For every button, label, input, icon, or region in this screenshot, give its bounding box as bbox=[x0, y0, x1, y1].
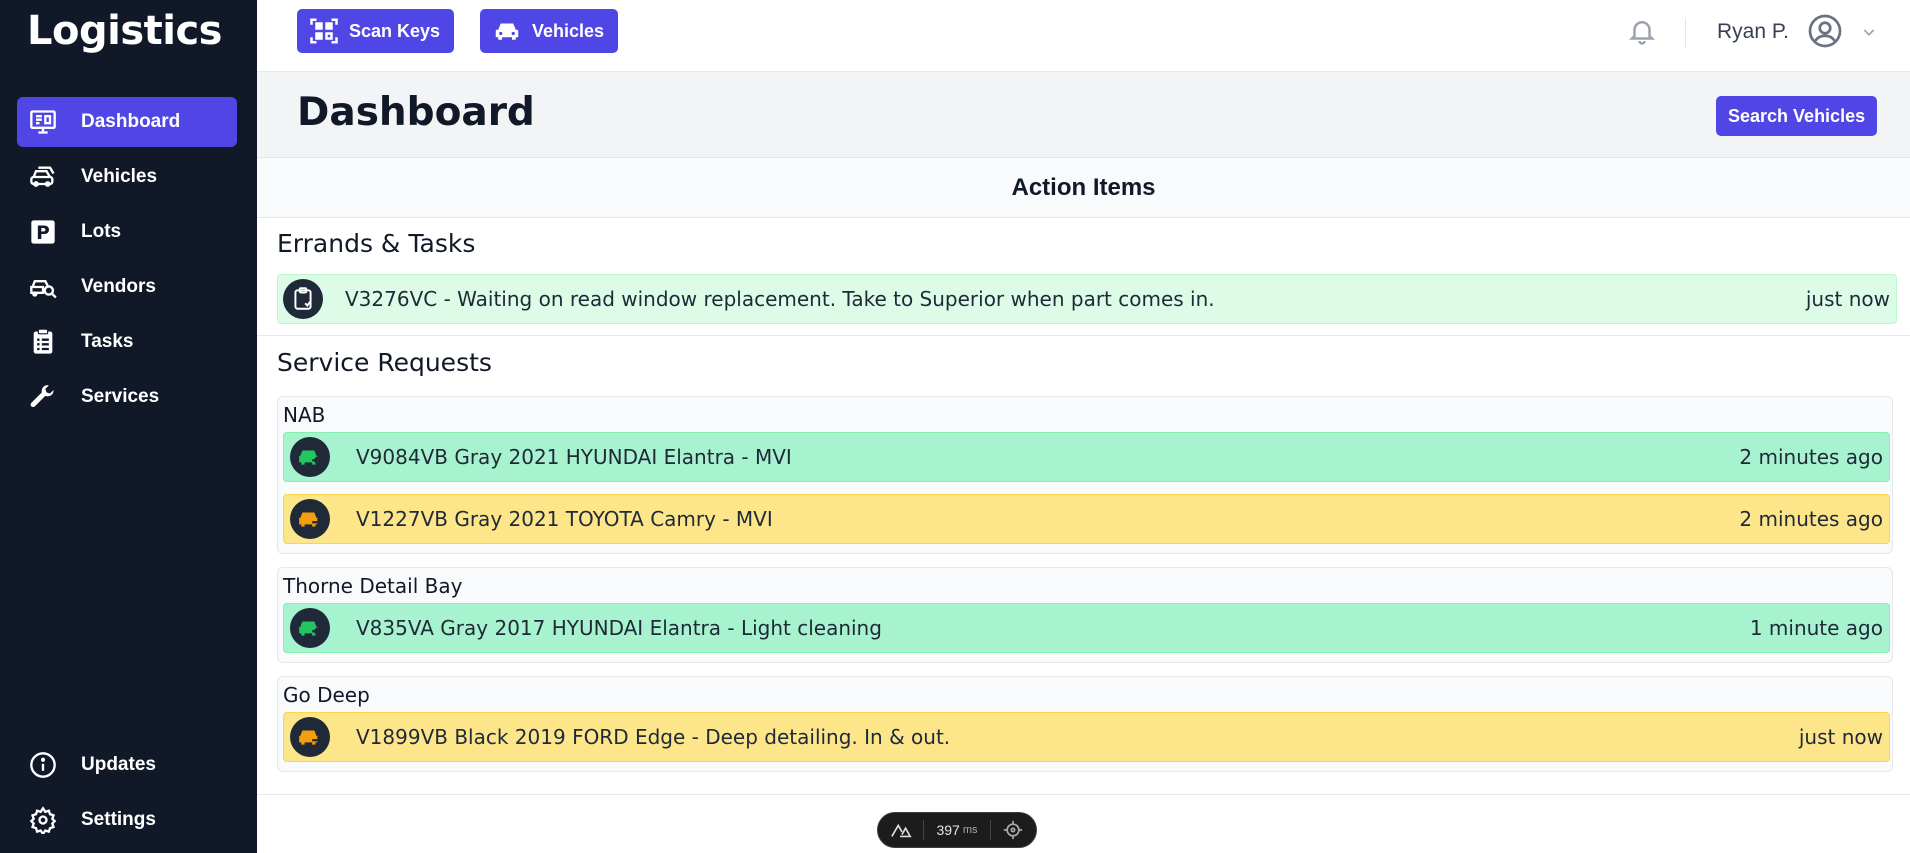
info-icon bbox=[29, 751, 57, 779]
car-outbound-icon bbox=[290, 499, 330, 539]
sidebar-item-label: Lots bbox=[81, 221, 122, 242]
topbar: Scan Keys Vehicles Ryan P. bbox=[257, 0, 1910, 72]
gear-icon bbox=[29, 806, 57, 834]
service-row-time: 1 minute ago bbox=[1749, 616, 1883, 640]
action-items-title: Action Items bbox=[257, 158, 1910, 218]
dev-toolbar[interactable]: 397 ms bbox=[877, 812, 1037, 848]
brand-logo[interactable]: Logistics bbox=[27, 8, 222, 54]
errand-row[interactable]: V3276VC - Waiting on read window replace… bbox=[277, 274, 1897, 324]
page-title: Dashboard bbox=[297, 90, 535, 135]
dashboard-icon bbox=[29, 108, 57, 136]
sidebar-item-label: Vendors bbox=[81, 276, 156, 297]
search-vehicles-button[interactable]: Search Vehicles bbox=[1716, 96, 1878, 136]
sidebar-item-vehicles[interactable]: Vehicles bbox=[17, 152, 237, 202]
user-avatar-icon[interactable] bbox=[1807, 13, 1843, 49]
sidebar-item-tasks[interactable]: Tasks bbox=[17, 317, 237, 367]
car-icon bbox=[29, 163, 57, 191]
errands-title: Errands & Tasks bbox=[277, 229, 476, 258]
car-inbound-icon bbox=[290, 437, 330, 477]
app-root: Logistics Dashboard Vehicles P Lots Vend… bbox=[0, 0, 1910, 853]
service-row-time: 2 minutes ago bbox=[1739, 507, 1883, 531]
scan-keys-label: Scan Keys bbox=[349, 20, 441, 41]
service-row-text: V835VA Gray 2017 HYUNDAI Elantra - Light… bbox=[356, 616, 882, 640]
sidebar-item-dashboard[interactable]: Dashboard bbox=[17, 97, 237, 147]
clipboard-check-icon bbox=[283, 279, 323, 319]
divider bbox=[257, 794, 1910, 795]
sidebar-item-label: Services bbox=[81, 386, 160, 407]
sidebar-item-label: Updates bbox=[81, 754, 156, 775]
wrench-icon bbox=[29, 383, 57, 411]
parking-icon: P bbox=[29, 218, 57, 246]
crosshair-icon[interactable] bbox=[991, 820, 1036, 840]
clipboard-list-icon bbox=[29, 328, 57, 356]
errand-text: V3276VC - Waiting on read window replace… bbox=[345, 287, 1215, 311]
qr-scan-icon bbox=[310, 18, 338, 44]
sidebar-item-updates[interactable]: Updates bbox=[17, 740, 237, 790]
service-row[interactable]: V1899VB Black 2019 FORD Edge - Deep deta… bbox=[283, 712, 1890, 762]
service-row-text: V1899VB Black 2019 FORD Edge - Deep deta… bbox=[356, 725, 951, 749]
topbar-divider bbox=[1685, 18, 1686, 48]
chevron-down-icon[interactable] bbox=[1861, 24, 1877, 40]
vehicles-top-button[interactable]: Vehicles bbox=[480, 9, 619, 53]
car-search-icon bbox=[29, 273, 57, 301]
sidebar-item-label: Settings bbox=[81, 809, 156, 830]
group-name: Go Deep bbox=[283, 683, 370, 707]
sidebar-item-services[interactable]: Services bbox=[17, 372, 237, 422]
service-row[interactable]: V835VA Gray 2017 HYUNDAI Elantra - Light… bbox=[283, 603, 1890, 653]
divider bbox=[257, 335, 1910, 336]
car-inbound-icon bbox=[290, 608, 330, 648]
sidebar-nav: Dashboard Vehicles P Lots Vendors Tasks … bbox=[17, 97, 237, 427]
service-row-time: just now bbox=[1798, 725, 1883, 749]
car-outbound-icon bbox=[290, 717, 330, 757]
sidebar-item-label: Vehicles bbox=[81, 166, 158, 187]
service-requests-title: Service Requests bbox=[277, 348, 492, 377]
timing-value: 397 bbox=[936, 822, 960, 838]
svg-text:P: P bbox=[36, 223, 50, 244]
car-icon bbox=[495, 23, 519, 40]
errand-time: just now bbox=[1805, 287, 1890, 311]
nuxt-logo-icon[interactable] bbox=[878, 822, 923, 838]
vehicles-top-label: Vehicles bbox=[532, 20, 605, 41]
sidebar-item-label: Tasks bbox=[81, 331, 134, 352]
service-row-time: 2 minutes ago bbox=[1739, 445, 1883, 469]
timing-unit: ms bbox=[962, 824, 978, 836]
render-timing: 397 ms bbox=[924, 822, 989, 838]
page-header: Dashboard Search Vehicles bbox=[257, 72, 1910, 158]
service-row-text: V9084VB Gray 2021 HYUNDAI Elantra - MVI bbox=[356, 445, 792, 469]
sidebar-item-lots[interactable]: P Lots bbox=[17, 207, 237, 257]
bell-icon[interactable] bbox=[1627, 16, 1657, 46]
sidebar-bottom: Updates Settings bbox=[17, 740, 237, 850]
sidebar: Logistics Dashboard Vehicles P Lots Vend… bbox=[0, 0, 257, 853]
sidebar-item-label: Dashboard bbox=[81, 111, 181, 132]
user-name[interactable]: Ryan P. bbox=[1717, 20, 1789, 44]
group-name: NAB bbox=[283, 403, 326, 427]
service-row[interactable]: V1227VB Gray 2021 TOYOTA Camry - MVI 2 m… bbox=[283, 494, 1890, 544]
main-content: Action Items Errands & Tasks V3276VC - W… bbox=[257, 158, 1910, 853]
sidebar-item-vendors[interactable]: Vendors bbox=[17, 262, 237, 312]
service-row-text: V1227VB Gray 2021 TOYOTA Camry - MVI bbox=[356, 507, 773, 531]
service-row[interactable]: V9084VB Gray 2021 HYUNDAI Elantra - MVI … bbox=[283, 432, 1890, 482]
sidebar-item-settings[interactable]: Settings bbox=[17, 795, 237, 845]
scan-keys-button[interactable]: Scan Keys bbox=[297, 9, 455, 53]
group-name: Thorne Detail Bay bbox=[283, 574, 463, 598]
